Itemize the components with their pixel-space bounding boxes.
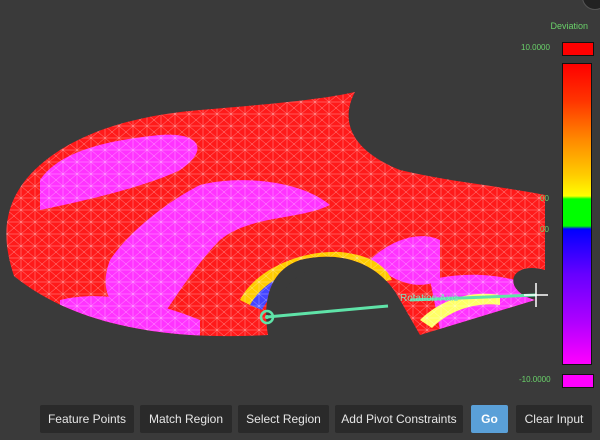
select-region-button[interactable]: Select Region bbox=[238, 405, 329, 433]
legend-colorbar bbox=[562, 63, 592, 365]
legend-max-label: 10.0000 bbox=[521, 43, 550, 52]
legend-lower-tolerance-label: 00 bbox=[540, 225, 549, 234]
legend-min-swatch bbox=[562, 374, 594, 388]
match-region-button[interactable]: Match Region bbox=[140, 405, 232, 433]
legend-min-label: -10.0000 bbox=[519, 375, 551, 384]
bottom-toolbar: Feature Points Match Region Select Regio… bbox=[0, 400, 600, 440]
feature-points-button[interactable]: Feature Points bbox=[40, 405, 134, 433]
add-pivot-constraints-button[interactable]: Add Pivot Constraints bbox=[335, 405, 463, 433]
legend-upper-tolerance-label: 00 bbox=[540, 194, 549, 203]
3d-viewport[interactable]: Rotation Axis bbox=[0, 0, 600, 400]
legend-title: Deviation bbox=[550, 21, 588, 31]
rotation-axis-label: Rotation Axis bbox=[400, 293, 459, 304]
clear-input-button[interactable]: Clear Input bbox=[516, 405, 592, 433]
crosshair-icon[interactable] bbox=[524, 283, 548, 307]
legend-max-swatch bbox=[562, 42, 594, 56]
deviation-mesh[interactable] bbox=[0, 0, 600, 400]
go-button[interactable]: Go bbox=[471, 405, 508, 433]
